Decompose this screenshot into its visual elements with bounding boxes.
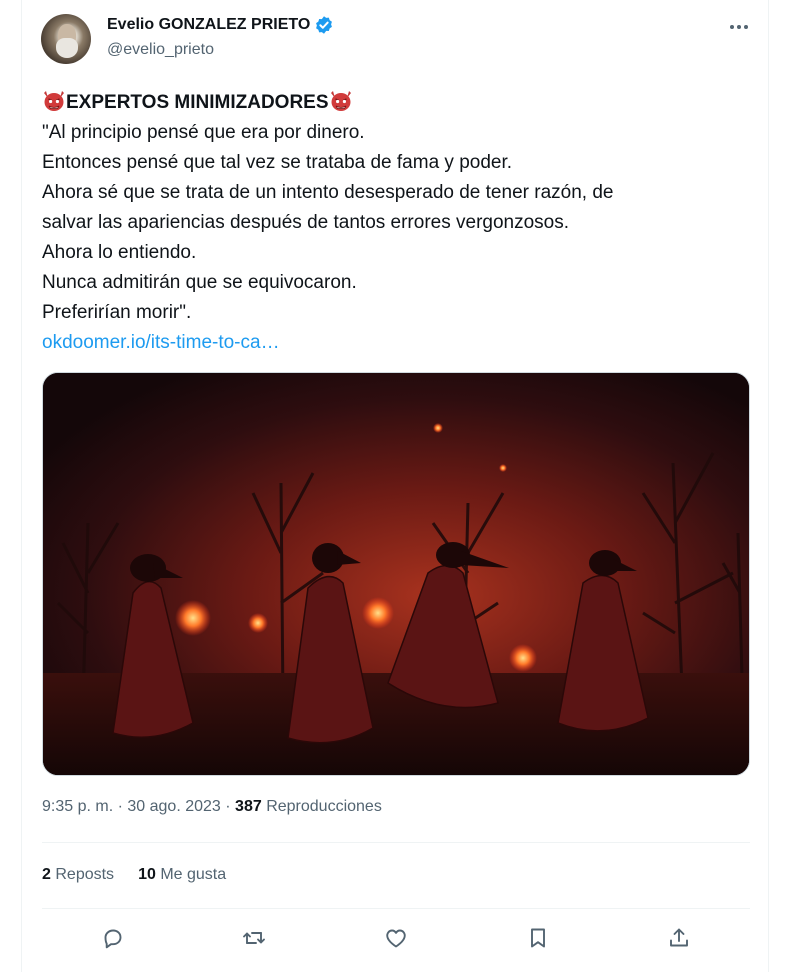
author-handle[interactable]: @evelio_prieto [107,41,214,59]
author-name-row: Evelio GONZALEZ PRIETO [107,15,334,35]
share-button[interactable] [659,918,699,958]
tweet-headline: EXPERTOS MINIMIZADORES [66,92,329,113]
tweet-line: Nunca admitirán que se equivocaron. [42,272,357,293]
goblin-mask-emoji [44,91,64,111]
reply-button[interactable] [93,918,133,958]
bookmark-button[interactable] [518,918,558,958]
like-icon [386,929,406,948]
views-label: Reproducciones [266,798,382,815]
engagement-stats: 2 Reposts 10 Me gusta [42,866,226,884]
divider [42,842,750,843]
views-count: 387 [235,798,262,815]
tweet-text: EXPERTOS MINIMIZADORES "Al principio pen… [42,88,742,358]
action-bar [42,918,750,958]
share-icon [670,928,689,947]
likes-label: Me gusta [160,866,227,883]
reply-icon [104,929,122,949]
tweet-line: Ahora lo entiendo. [42,242,197,263]
tweet-time[interactable]: 9:35 p. m. [42,798,113,815]
meta-separator: · [117,798,123,815]
avatar[interactable] [41,14,91,64]
more-icon[interactable] [726,14,752,40]
like-button[interactable] [376,918,416,958]
reposts-label: Reposts [55,866,115,883]
verified-badge-icon [316,16,333,34]
tweet-line: salvar las apariencias después de tantos… [42,212,570,233]
reposts-count: 2 [42,866,51,883]
tweet-line: Ahora sé que se trata de un intento dese… [42,182,614,203]
divider [42,908,750,909]
tweet-line: "Al principio pensé que era por dinero. [42,122,365,143]
tweet-headline-line: EXPERTOS MINIMIZADORES [42,88,742,118]
tweet-link[interactable]: okdoomer.io/its-time-to-ca… [42,328,742,358]
goblin-mask-emoji [330,91,351,111]
plague-doctors-forest-fire-image [43,373,749,775]
tweet-line: Preferirían morir". [42,302,192,323]
tweet-line: Entonces pensé que tal vez se trataba de… [42,152,513,173]
tweet-image[interactable] [42,372,750,776]
bookmark-icon [530,928,545,948]
reposts-stat[interactable]: 2 Reposts [42,866,114,884]
tweet-date[interactable]: 30 ago. 2023 [127,798,220,815]
author-name[interactable]: Evelio GONZALEZ PRIETO [107,16,310,34]
likes-count: 10 [138,866,156,883]
meta-separator: · [225,798,231,815]
likes-stat[interactable]: 10 Me gusta [138,866,226,884]
repost-button[interactable] [234,918,274,958]
repost-icon [243,932,266,944]
tweet-meta: 9:35 p. m. · 30 ago. 2023 · 387 Reproduc… [42,798,382,816]
